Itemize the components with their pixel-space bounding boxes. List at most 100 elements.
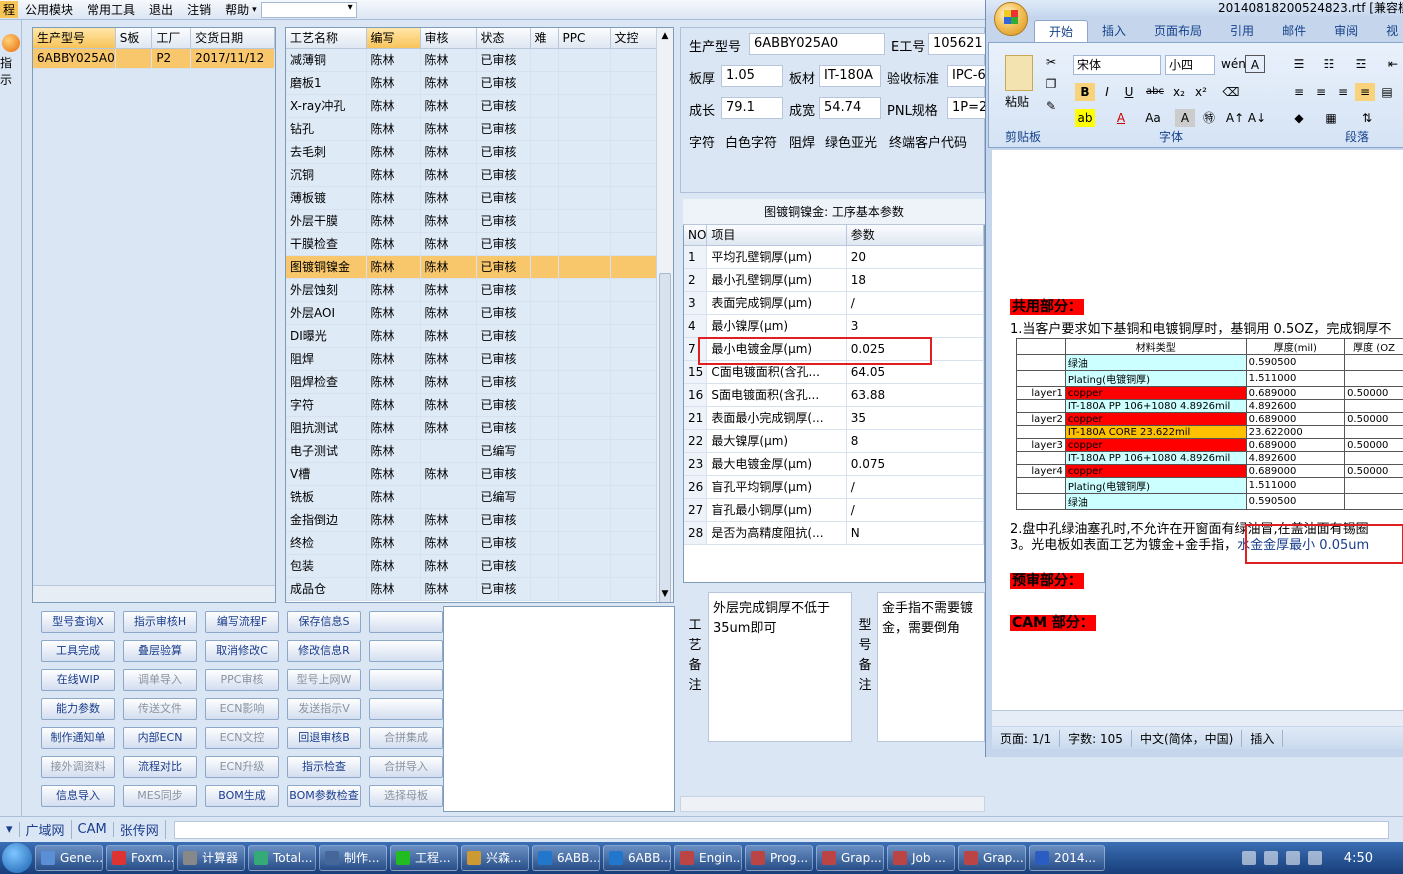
table-cell[interactable]: 已审核	[476, 370, 531, 394]
table-cell[interactable]	[420, 439, 477, 463]
table-cell[interactable]: X-ray冲孔	[286, 94, 367, 118]
table-cell[interactable]: 陈林	[420, 347, 477, 371]
col-header-difficulty[interactable]: 难	[530, 28, 559, 49]
table-cell[interactable]	[530, 324, 559, 348]
table-cell[interactable]	[530, 278, 559, 302]
bullets-icon[interactable]: ☰	[1289, 55, 1309, 73]
table-cell[interactable]: 已审核	[476, 393, 531, 417]
action-button[interactable]: 编写流程F	[205, 611, 279, 633]
sort-icon[interactable]: ⇅	[1357, 109, 1377, 127]
status-input[interactable]	[173, 820, 1389, 839]
table-row[interactable]: 磨板1 陈林 陈林 已审核	[286, 71, 659, 95]
table-cell[interactable]	[610, 439, 659, 463]
status-item-cam[interactable]: CAM	[72, 822, 114, 837]
model-field[interactable]: 6ABBY025A0	[749, 33, 885, 55]
subscript-icon[interactable]: x₂	[1169, 83, 1189, 101]
col-header-delivery-date[interactable]: 交货日期	[190, 28, 275, 49]
table-cell[interactable]	[558, 186, 611, 210]
action-button[interactable]: 信息导入	[41, 785, 115, 807]
office-button-icon[interactable]	[994, 2, 1028, 36]
align-left-icon[interactable]: ≡	[1289, 83, 1309, 101]
action-button[interactable]: 流程对比	[123, 756, 197, 778]
ribbon-tab[interactable]: 开始	[1034, 20, 1089, 42]
table-cell[interactable]	[530, 301, 559, 325]
table-cell[interactable]	[530, 439, 559, 463]
table-cell[interactable]	[530, 48, 559, 72]
copy-icon[interactable]: ❐	[1041, 75, 1061, 93]
table-cell[interactable]: 已审核	[476, 416, 531, 440]
ribbon-tab[interactable]: 插入	[1088, 20, 1140, 42]
table-cell[interactable]	[530, 94, 559, 118]
table-cell[interactable]: 磨板1	[286, 71, 367, 95]
table-cell[interactable]: 陈林	[420, 232, 477, 256]
param-no[interactable]: 4	[684, 314, 708, 338]
table-row[interactable]: 电子测试 陈林 已编写	[286, 439, 659, 463]
param-item[interactable]: 表面最小完成铜厚(...	[706, 406, 847, 430]
table-cell[interactable]	[558, 209, 611, 233]
table-cell[interactable]	[530, 393, 559, 417]
table-row[interactable]: DI曝光 陈林 陈林 已审核	[286, 324, 659, 348]
table-cell[interactable]	[530, 117, 559, 141]
action-button[interactable]: BOM生成	[205, 785, 279, 807]
table-cell[interactable]: 电子测试	[286, 439, 367, 463]
indicator-icon[interactable]	[2, 34, 20, 52]
table-cell[interactable]	[530, 485, 559, 509]
ribbon-tab[interactable]: 引用	[1216, 20, 1268, 42]
format-painter-icon[interactable]: ✎	[1041, 97, 1061, 115]
table-cell[interactable]: 陈林	[420, 531, 477, 555]
table-cell[interactable]: 已审核	[476, 232, 531, 256]
table-cell[interactable]	[558, 416, 611, 440]
action-button[interactable]: 制作通知单	[41, 727, 115, 749]
tray-app-icon[interactable]	[1285, 851, 1300, 865]
table-cell[interactable]: 陈林	[366, 370, 421, 394]
table-cell[interactable]: 已审核	[476, 347, 531, 371]
menu-item-help[interactable]: 帮助	[218, 1, 256, 18]
param-value[interactable]: 8	[846, 429, 984, 453]
clock[interactable]: 4:50	[1344, 851, 1373, 866]
table-row[interactable]: 23 最大电镀金厚(μm) 0.075	[684, 452, 984, 476]
table-cell[interactable]: 已审核	[476, 278, 531, 302]
table-cell[interactable]: 已编写	[476, 485, 531, 509]
table-cell[interactable]: 陈林	[366, 255, 421, 279]
chevron-down-icon[interactable]: ▾	[252, 5, 257, 15]
align-right-icon[interactable]: ≡	[1333, 83, 1353, 101]
table-row[interactable]: 图镀铜镍金 陈林 陈林 已审核	[286, 255, 659, 279]
table-cell[interactable]: 终检	[286, 531, 367, 555]
table-cell[interactable]: 去毛刺	[286, 140, 367, 164]
taskbar-item[interactable]: Grap...	[958, 845, 1026, 871]
numbering-icon[interactable]: ☷	[1319, 55, 1339, 73]
table-cell[interactable]: 已审核	[476, 186, 531, 210]
table-cell[interactable]	[558, 439, 611, 463]
param-value[interactable]: 18	[846, 268, 984, 292]
col-header-s-board[interactable]: S板	[115, 28, 153, 49]
vertical-scrollbar[interactable]: ▲ ▼	[656, 28, 673, 602]
status-word-count[interactable]: 字数: 105	[1060, 729, 1132, 747]
table-cell[interactable]	[558, 347, 611, 371]
action-button[interactable]: 发送指示V	[287, 698, 361, 720]
action-button[interactable]	[369, 698, 443, 720]
dropdown-arrow-icon[interactable]: ▾	[0, 822, 20, 837]
table-cell[interactable]	[610, 71, 659, 95]
table-cell[interactable]: 薄板镀	[286, 186, 367, 210]
tray-keyboard-icon[interactable]	[1241, 851, 1256, 865]
action-button[interactable]: PPC审核	[205, 669, 279, 691]
table-cell[interactable]	[610, 94, 659, 118]
table-cell[interactable]: 陈林	[420, 416, 477, 440]
table-cell[interactable]: 已审核	[476, 48, 531, 72]
table-cell[interactable]: 陈林	[366, 416, 421, 440]
table-cell[interactable]: DI曝光	[286, 324, 367, 348]
table-cell[interactable]	[558, 370, 611, 394]
action-button[interactable]: 指示审核H	[123, 611, 197, 633]
cell-model[interactable]: 6ABBY025A0	[33, 48, 116, 69]
table-row[interactable]: 包装 陈林 陈林 已审核	[286, 554, 659, 578]
shrink-font-icon[interactable]: A↓	[1247, 109, 1267, 127]
menu-item-logout[interactable]: 注销	[180, 1, 218, 18]
action-button[interactable]: 工具完成	[41, 640, 115, 662]
col-header-model[interactable]: 生产型号	[33, 28, 116, 49]
param-value[interactable]: /	[846, 291, 984, 315]
col-header-doc-control[interactable]: 文控	[610, 28, 659, 49]
cell-s-board[interactable]	[115, 48, 153, 69]
table-row[interactable]: 干膜检查 陈林 陈林 已审核	[286, 232, 659, 256]
table-cell[interactable]: V槽	[286, 462, 367, 486]
pnl-field[interactable]: 1P=2	[947, 97, 987, 119]
